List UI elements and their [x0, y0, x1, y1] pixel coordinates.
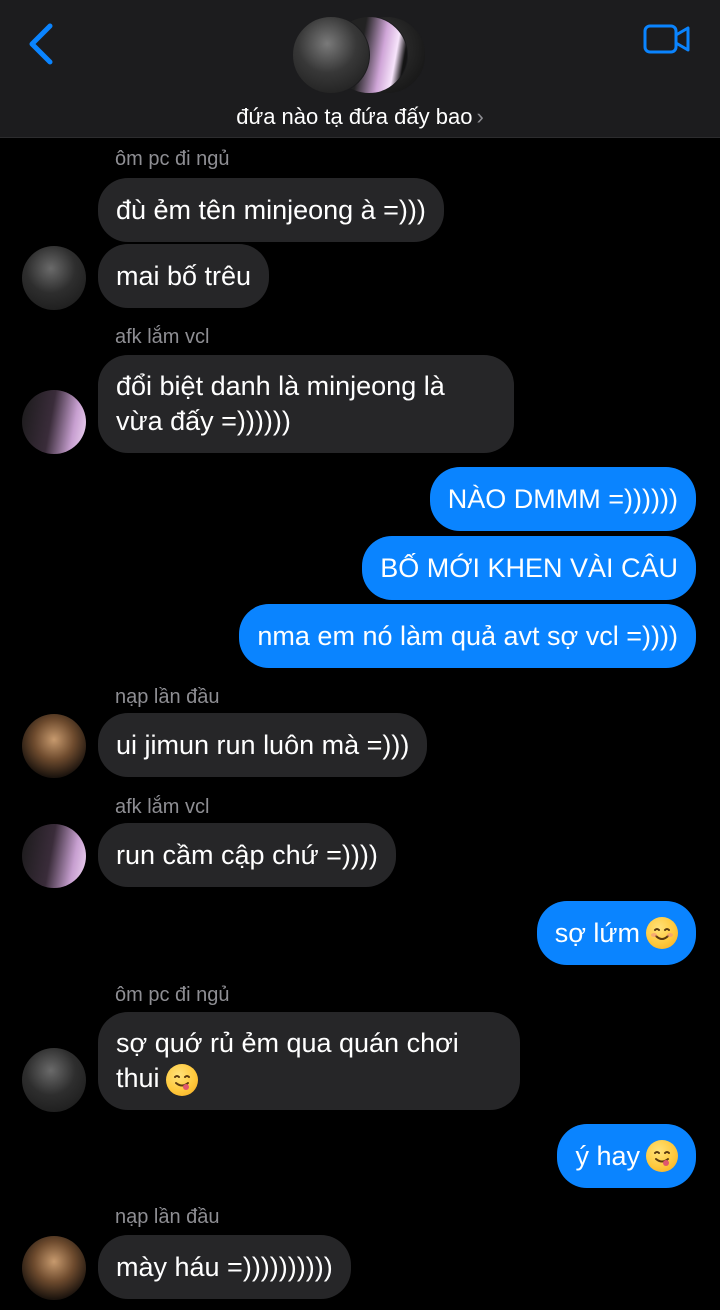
yum-face-icon — [165, 1063, 198, 1096]
message-text: BỐ MỚI KHEN VÀI CÂU — [380, 552, 678, 583]
message-bubble-incoming[interactable]: sợ quớ rủ ẻm qua quán chơi thui — [98, 1012, 520, 1110]
sender-name: nạp lần đầu — [115, 1206, 220, 1228]
avatar[interactable] — [22, 1236, 86, 1300]
message-bubble-incoming[interactable]: ui jimun run luôn mà =))) — [98, 713, 428, 777]
message-text: run cầm cập chứ =)))) — [116, 839, 378, 870]
avatar[interactable] — [22, 824, 86, 888]
smiling-face-icon — [646, 917, 678, 949]
message-bubble-incoming[interactable]: mày háu =)))))))))) — [98, 1235, 351, 1299]
message-bubble-outgoing[interactable]: sợ lứm — [536, 901, 696, 965]
message-bubble-incoming[interactable]: đổi biệt danh là minjeong là vừa đấy =))… — [98, 355, 514, 453]
sender-name: nạp lần đầu — [115, 686, 220, 708]
group-name: đứa nào tạ đứa đấy bao — [236, 104, 473, 129]
message-bubble-outgoing[interactable]: NÀO DMMM =)))))) — [429, 467, 696, 531]
video-camera-icon — [643, 24, 690, 54]
avatar[interactable] — [22, 1048, 86, 1112]
video-call-button[interactable] — [642, 20, 692, 60]
avatar[interactable] — [22, 714, 86, 778]
avatar[interactable] — [22, 246, 86, 310]
message-text: sợ quớ rủ ẻm qua quán chơi thui — [116, 1026, 459, 1096]
message-bubble-outgoing[interactable]: BỐ MỚI KHEN VÀI CÂU — [362, 536, 696, 600]
sender-name: ôm pc đi ngủ — [115, 984, 230, 1006]
message-bubble-outgoing[interactable]: nma em nó làm quả avt sợ vcl =)))) — [239, 604, 696, 668]
group-name-button[interactable]: đứa nào tạ đứa đấy bao › — [0, 104, 720, 130]
yum-face-icon — [646, 1140, 678, 1172]
chevron-right-icon: › — [476, 104, 484, 129]
sender-name: afk lắm vcl — [115, 796, 210, 818]
message-text: đổi biệt danh là minjeong là vừa đấy =))… — [116, 371, 445, 436]
message-bubble-outgoing[interactable]: ý hay — [557, 1124, 696, 1188]
avatar — [292, 16, 370, 94]
message-text: sợ lứm — [554, 917, 640, 948]
chevron-left-icon — [29, 23, 53, 65]
message-bubble-incoming[interactable]: đù ẻm tên minjeong à =))) — [98, 178, 444, 242]
back-button[interactable] — [22, 20, 62, 68]
sender-name: ôm pc đi ngủ — [115, 148, 230, 170]
message-text: mai bố trêu — [116, 260, 252, 291]
group-avatar-stack[interactable] — [290, 16, 430, 94]
message-text: mày háu =)))))))))) — [116, 1251, 333, 1282]
sender-name: afk lắm vcl — [115, 326, 210, 348]
message-text: NÀO DMMM =)))))) — [447, 483, 678, 514]
avatar[interactable] — [22, 390, 86, 454]
message-bubble-incoming[interactable]: run cầm cập chứ =)))) — [98, 823, 396, 887]
message-text: ý hay — [575, 1140, 640, 1171]
message-text: đù ẻm tên minjeong à =))) — [116, 194, 426, 225]
message-text: ui jimun run luôn mà =))) — [116, 729, 410, 760]
chat-header: đứa nào tạ đứa đấy bao › — [0, 0, 720, 138]
message-bubble-incoming[interactable]: mai bố trêu — [98, 244, 270, 308]
message-text: nma em nó làm quả avt sợ vcl =)))) — [257, 620, 678, 651]
